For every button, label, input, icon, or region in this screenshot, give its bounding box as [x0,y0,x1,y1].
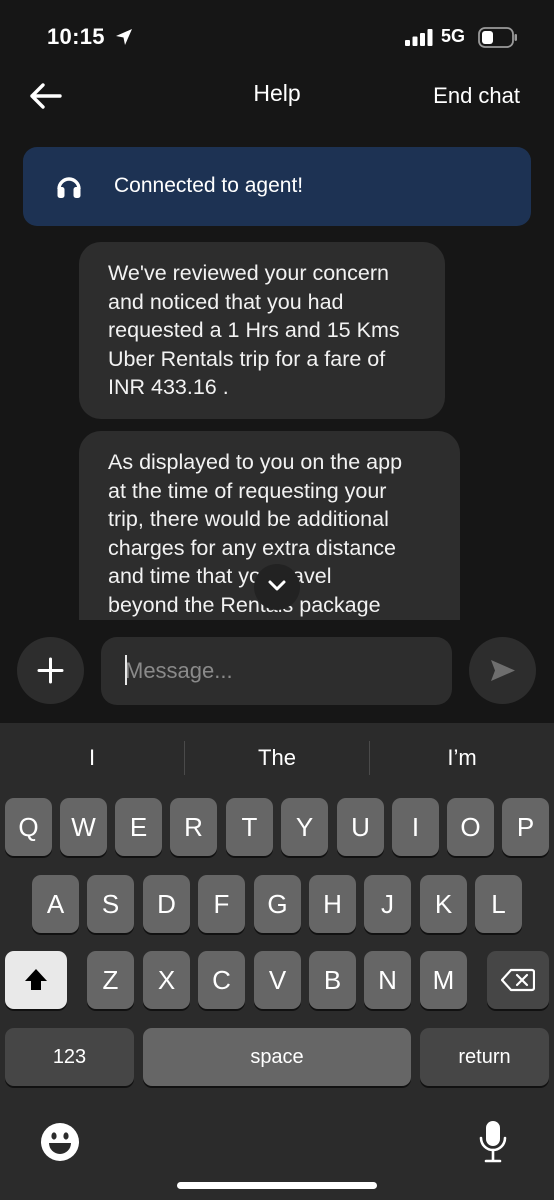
key-n[interactable]: N [364,951,411,1009]
shift-arrow-icon [25,969,47,990]
key-i[interactable]: I [392,798,439,856]
status-time: 10:15 [47,24,105,49]
key-u[interactable]: U [337,798,384,856]
headset-icon [57,177,81,198]
home-indicator[interactable] [177,1182,377,1189]
return-key[interactable]: return [420,1028,549,1086]
message-line: requested a 1 Hrs and 15 Kms [108,318,400,342]
key-b[interactable]: B [309,951,356,1009]
microphone-icon[interactable] [478,1120,508,1164]
location-arrow-icon [116,29,132,45]
key-v[interactable]: V [254,951,301,1009]
key-s[interactable]: S [87,875,134,933]
signal-icon [405,29,433,46]
send-arrow-icon [491,660,515,681]
emoji-icon[interactable] [40,1122,80,1162]
key-c[interactable]: C [198,951,245,1009]
key-l[interactable]: L [475,875,522,933]
message-list[interactable]: We've reviewed your concern and noticed … [0,230,554,620]
network-type: 5G [441,26,466,46]
message-line: We've reviewed your concern [108,261,389,285]
banner-text: Connected to agent! [114,174,304,197]
key-p[interactable]: P [502,798,549,856]
key-m[interactable]: M [420,951,467,1009]
key-h[interactable]: H [309,875,356,933]
key-d[interactable]: D [143,875,190,933]
message-input[interactable] [101,637,452,705]
attach-button[interactable] [17,637,84,704]
key-w[interactable]: W [60,798,107,856]
battery-icon [478,27,517,48]
suggestion-2[interactable]: The [185,745,369,771]
key-x[interactable]: X [143,951,190,1009]
text-cursor [125,655,127,685]
message-line: and noticed that you had [108,289,344,314]
send-button[interactable] [469,637,536,704]
message-line: at the time of requesting your [108,478,387,503]
connection-banner: Connected to agent! [23,147,531,226]
backspace-key[interactable] [487,951,549,1009]
backspace-icon [501,968,535,992]
suggestion-1[interactable]: I [0,745,184,771]
message-line: As displayed to you on the app [108,450,403,474]
message-line: INR 433.16 . [108,375,229,399]
message-line: trip, there would be additional [108,507,389,531]
suggestion-3[interactable]: I’m [370,745,554,771]
message-composer [0,620,554,723]
scroll-to-bottom-button[interactable] [254,564,300,610]
message-line: Uber Rentals trip for a fare of [108,346,386,371]
key-r[interactable]: R [170,798,217,856]
key-t[interactable]: T [226,798,273,856]
shift-key[interactable] [5,951,67,1009]
numbers-key[interactable]: 123 [5,1028,134,1086]
key-k[interactable]: K [420,875,467,933]
message-line: charges for any extra distance [108,535,397,560]
end-chat-button[interactable]: End chat [433,83,520,109]
key-q[interactable]: Q [5,798,52,856]
key-j[interactable]: J [364,875,411,933]
chevron-down-icon [268,580,286,591]
key-y[interactable]: Y [281,798,328,856]
key-e[interactable]: E [115,798,162,856]
key-f[interactable]: F [198,875,245,933]
key-z[interactable]: Z [87,951,134,1009]
key-a[interactable]: A [32,875,79,933]
status-bar: 10:15 5G [0,0,554,70]
plus-icon [37,657,64,684]
space-key[interactable]: space [143,1028,411,1086]
key-g[interactable]: G [254,875,301,933]
on-screen-keyboard: I The I’m Q W E R T Y U I O P A S D F G … [0,723,554,1200]
chat-header: Help End chat [0,70,554,130]
key-o[interactable]: O [447,798,494,856]
predictive-suggestions: I The I’m [0,723,554,795]
agent-message: We've reviewed your concern and noticed … [79,242,445,419]
